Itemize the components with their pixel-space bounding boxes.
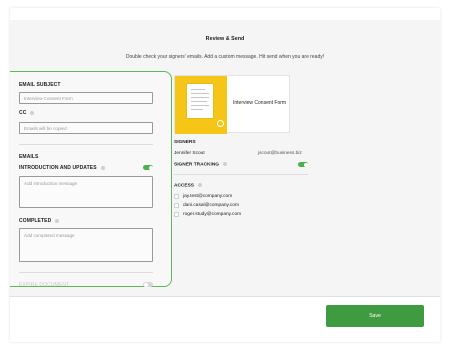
cc-label: CC	[19, 110, 35, 116]
cc-help-icon[interactable]	[30, 110, 35, 115]
divider	[19, 272, 153, 273]
completed-label-text: COMPLETED	[19, 218, 52, 224]
toggle-knob	[303, 162, 308, 167]
signer-tracking-label-text: SIGNER TRACKING	[174, 162, 220, 168]
completed-help-icon[interactable]	[55, 218, 60, 223]
document-page-icon	[187, 84, 213, 118]
doc-line	[191, 101, 207, 102]
zoom-icon[interactable]	[217, 120, 224, 127]
toggle-knob	[143, 282, 148, 287]
access-help-icon[interactable]	[198, 183, 202, 187]
review-send-page: Review & Send Double check your signers'…	[10, 8, 440, 342]
signer-name: Jennifer Scout	[174, 151, 205, 156]
intro-updates-label-text: INTRODUCTION AND UPDATES	[19, 165, 97, 171]
cc-input[interactable]: Emails will be copied	[19, 122, 153, 134]
completed-message-textarea[interactable]: Add completed message	[19, 228, 153, 262]
intro-updates-label: INTRODUCTION AND UPDATES	[19, 165, 105, 171]
expire-document-label: EXPIRE DOCUMENT	[19, 282, 70, 288]
emails-section-label: EMAILS	[19, 154, 39, 160]
save-button[interactable]: Save	[326, 305, 424, 327]
signers-label: SIGNERS	[174, 140, 196, 145]
page-title: Review & Send	[205, 36, 245, 42]
access-email: jay.test@company.com	[183, 194, 233, 199]
access-email: dani.casal@company.com	[183, 203, 239, 208]
signer-email: jscout@business.biz	[258, 151, 302, 156]
doc-line	[191, 97, 209, 98]
signer-tracking-toggle[interactable]	[298, 162, 308, 167]
email-subject-label: EMAIL SUBJECT	[19, 82, 61, 88]
divider	[19, 144, 153, 145]
completed-label: COMPLETED	[19, 218, 60, 224]
intro-message-textarea[interactable]: Add introduction message	[19, 176, 153, 208]
email-subject-input[interactable]: Interview Consent Form	[19, 92, 153, 104]
intro-help-icon[interactable]	[100, 165, 105, 170]
document-name: Interview Consent Form	[233, 100, 287, 106]
document-card[interactable]: Interview Consent Form	[174, 75, 290, 134]
toggle-knob	[148, 165, 153, 170]
signer-tracking-label: SIGNER TRACKING	[174, 162, 228, 168]
document-thumbnail[interactable]	[175, 76, 227, 134]
divider	[174, 174, 308, 175]
access-checkbox[interactable]	[174, 194, 179, 199]
access-label: ACCESS	[174, 183, 202, 188]
doc-line	[191, 109, 203, 110]
doc-line	[191, 105, 209, 106]
tracking-help-icon[interactable]	[223, 162, 228, 166]
top-bar	[10, 8, 440, 20]
page-subtitle: Double check your signers' emails. Add a…	[125, 54, 325, 60]
expire-document-toggle[interactable]	[143, 282, 153, 287]
intro-updates-toggle[interactable]	[143, 165, 153, 170]
access-label-text: ACCESS	[174, 183, 194, 189]
access-checkbox[interactable]	[174, 212, 179, 217]
footer-bar: Save	[10, 296, 440, 342]
email-settings-panel: EMAIL SUBJECT Interview Consent Form CC …	[10, 71, 172, 288]
doc-line	[191, 93, 209, 94]
doc-line	[191, 89, 205, 90]
cc-label-text: CC	[19, 110, 27, 116]
access-email: roger.study@company.com	[183, 212, 242, 217]
access-checkbox[interactable]	[174, 203, 179, 208]
